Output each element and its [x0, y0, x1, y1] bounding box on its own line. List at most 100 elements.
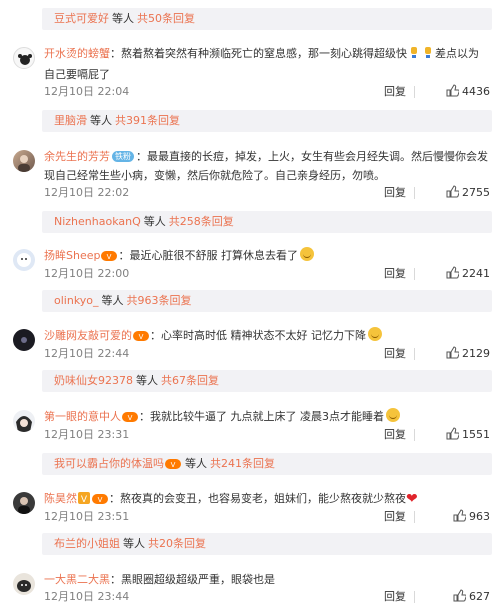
like-button[interactable]: 2755 — [446, 185, 490, 201]
dark-avatar-icon — [21, 337, 27, 343]
vip-icon: V — [101, 248, 118, 267]
like-button[interactable]: 4436 — [446, 84, 490, 100]
avatar[interactable] — [13, 249, 35, 271]
reply-user[interactable]: 豆式可爱好 — [54, 12, 109, 25]
comment-time: 12月10日 22:04 — [44, 85, 130, 98]
like-button[interactable]: 963 — [453, 509, 490, 525]
reply-button[interactable]: 回复 — [384, 589, 406, 605]
comment-body: 陈昊然 V V ：熬夜真的会变丑，也容易变老，姐妹们，能少熬夜就少熬夜❤ — [44, 489, 488, 510]
comment-body: 沙雕网友敲可爱的 V ：心率时高时低 精神状态不太好 记忆力下降 — [44, 326, 488, 347]
reply-count-link[interactable]: 共20条回复 — [148, 537, 206, 550]
avatar[interactable] — [13, 47, 35, 69]
comment-meta: 12月10日 23:31 回复 1551 — [44, 427, 490, 443]
comment-text: 熬夜真的会变丑，也容易变老，姐妹们，能少熬夜就少熬夜 — [120, 492, 406, 505]
divider — [414, 511, 415, 523]
reply-others: 等人 — [123, 537, 145, 550]
reply-user[interactable]: olinkyo_ — [54, 294, 99, 307]
anime-avatar-icon — [16, 416, 32, 432]
comment-username[interactable]: 余先生的芳芳 — [44, 150, 110, 163]
comment-meta: 12月10日 22:44 回复 2129 — [44, 346, 490, 362]
comment-text: 熬着熬着突然有种濒临死亡的窒息感，那一刻心跳得超级快 — [121, 47, 407, 60]
reply-count-link[interactable]: 共50条回复 — [137, 12, 195, 25]
like-count: 627 — [469, 590, 490, 603]
trophy-icon — [422, 46, 434, 65]
comment-text: 黑眼圈超级超级严重，眼袋也是 — [121, 573, 275, 586]
reply-count-link[interactable]: 共258条回复 — [169, 215, 234, 228]
reply-button[interactable]: 回复 — [384, 84, 406, 100]
smile-emoji-icon — [299, 247, 314, 261]
like-button[interactable]: 627 — [453, 589, 490, 605]
vip-icon: V — [122, 409, 138, 428]
trophy-icon — [408, 46, 420, 65]
divider — [414, 591, 415, 603]
comment-username[interactable]: 沙雕网友敲可爱的 — [44, 329, 132, 342]
comment-meta: 12月10日 23:51 回复 963 — [44, 509, 490, 525]
reply-others: 等人 — [90, 114, 112, 127]
comment-body: 余先生的芳芳 铁粉 ：最最直接的长痘，掉发，上火，女生有些会月经失调。然后慢慢你会发… — [44, 150, 488, 182]
avatar[interactable] — [13, 329, 35, 351]
vip-icon: V — [165, 455, 181, 475]
reply-summary-bar[interactable]: 我可以霸占你的体温吗 V 等人 共241条回复 — [42, 453, 492, 475]
thumbs-up-icon — [446, 185, 460, 198]
comment-body: 第一眼的意中人 V ：我就比较牛逼了 九点就上床了 凌晨3点才能睡着 — [44, 407, 488, 428]
reply-user[interactable]: 奶味仙女92378 — [54, 374, 133, 387]
like-button[interactable]: 1551 — [446, 427, 490, 443]
divider — [414, 429, 415, 441]
reply-user[interactable]: 我可以霸占你的体温吗 — [54, 457, 164, 470]
thumbs-up-icon — [446, 427, 460, 440]
reply-user[interactable]: NizhenhaokanQ — [54, 215, 141, 228]
comment-text: 最最直接的长痘，掉发，上火，女生有些会月经失调。然后慢慢你会发现自己经常生些小病… — [44, 150, 488, 182]
laugh-emoji-icon — [368, 327, 382, 341]
divider — [414, 348, 415, 360]
reply-button[interactable]: 回复 — [384, 266, 406, 282]
like-button[interactable]: 2241 — [446, 266, 490, 282]
comment-username[interactable]: 扬眸Sheep — [44, 249, 100, 262]
comment-body: 扬眸Sheep V ：最近心脏很不舒服 打算休息去看了 — [44, 246, 488, 267]
comment-username[interactable]: 一大黑二大黑 — [44, 573, 110, 586]
divider — [414, 86, 415, 98]
reply-user[interactable]: 里脑滑 — [54, 114, 87, 127]
reply-others: 等人 — [101, 294, 124, 307]
reply-count-link[interactable]: 共963条回复 — [127, 294, 192, 307]
reply-button[interactable]: 回复 — [384, 509, 406, 525]
reply-summary-bar[interactable]: 里脑滑 等人 共391条回复 — [42, 110, 492, 132]
thumbs-up-icon — [453, 509, 467, 522]
svg-text:V: V — [139, 333, 144, 341]
comment-time: 12月10日 22:44 — [44, 347, 130, 360]
reply-button[interactable]: 回复 — [384, 346, 406, 362]
svg-text:V: V — [81, 495, 88, 504]
comment-body: 开水烫的螃蟹：熬着熬着突然有种濒临死亡的窒息感，那一刻心跳得超级快 差点以为自己要… — [44, 46, 479, 81]
reply-summary-bar[interactable]: NizhenhaokanQ 等人 共258条回复 — [42, 211, 492, 233]
heart-emoji-icon: ❤ — [406, 491, 418, 507]
comment-time: 12月10日 22:02 — [44, 186, 130, 199]
reply-summary-bar[interactable]: 奶味仙女92378 等人 共67条回复 — [42, 370, 492, 392]
comment-username[interactable]: 陈昊然 — [44, 492, 77, 505]
avatar[interactable] — [13, 573, 35, 595]
svg-text:V: V — [128, 414, 133, 422]
reply-button[interactable]: 回复 — [384, 427, 406, 443]
like-count: 963 — [469, 510, 490, 523]
comment-username[interactable]: 开水烫的螃蟹 — [44, 47, 110, 60]
reply-count-link[interactable]: 共391条回复 — [115, 114, 180, 127]
comment-username[interactable]: 第一眼的意中人 — [44, 410, 121, 423]
avatar[interactable] — [13, 150, 35, 172]
avatar[interactable] — [13, 492, 35, 514]
reply-others: 等人 — [185, 457, 207, 470]
svg-text:V: V — [107, 253, 112, 261]
reply-count-link[interactable]: 共67条回复 — [161, 374, 219, 387]
vip-icon: V — [133, 328, 149, 347]
fan-badge: 铁粉 — [112, 151, 134, 162]
reply-button[interactable]: 回复 — [384, 185, 406, 201]
reply-summary-bar[interactable]: olinkyo_ 等人 共963条回复 — [42, 290, 492, 312]
verified-v-icon: V — [78, 491, 90, 510]
reply-others: 等人 — [143, 215, 166, 228]
reply-summary-bar[interactable]: 布兰的小姐姐 等人 共20条回复 — [42, 533, 492, 555]
comment-text: 心率时高时低 精神状态不太好 记忆力下降 — [161, 329, 366, 342]
like-button[interactable]: 2129 — [446, 346, 490, 362]
reply-user[interactable]: 布兰的小姐姐 — [54, 537, 120, 550]
svg-text:V: V — [98, 496, 103, 504]
avatar[interactable] — [13, 410, 35, 432]
reply-count-link[interactable]: 共241条回复 — [210, 457, 275, 470]
reply-summary-bar[interactable]: 豆式可爱好 等人 共50条回复 — [42, 8, 492, 30]
like-count: 1551 — [462, 428, 490, 441]
